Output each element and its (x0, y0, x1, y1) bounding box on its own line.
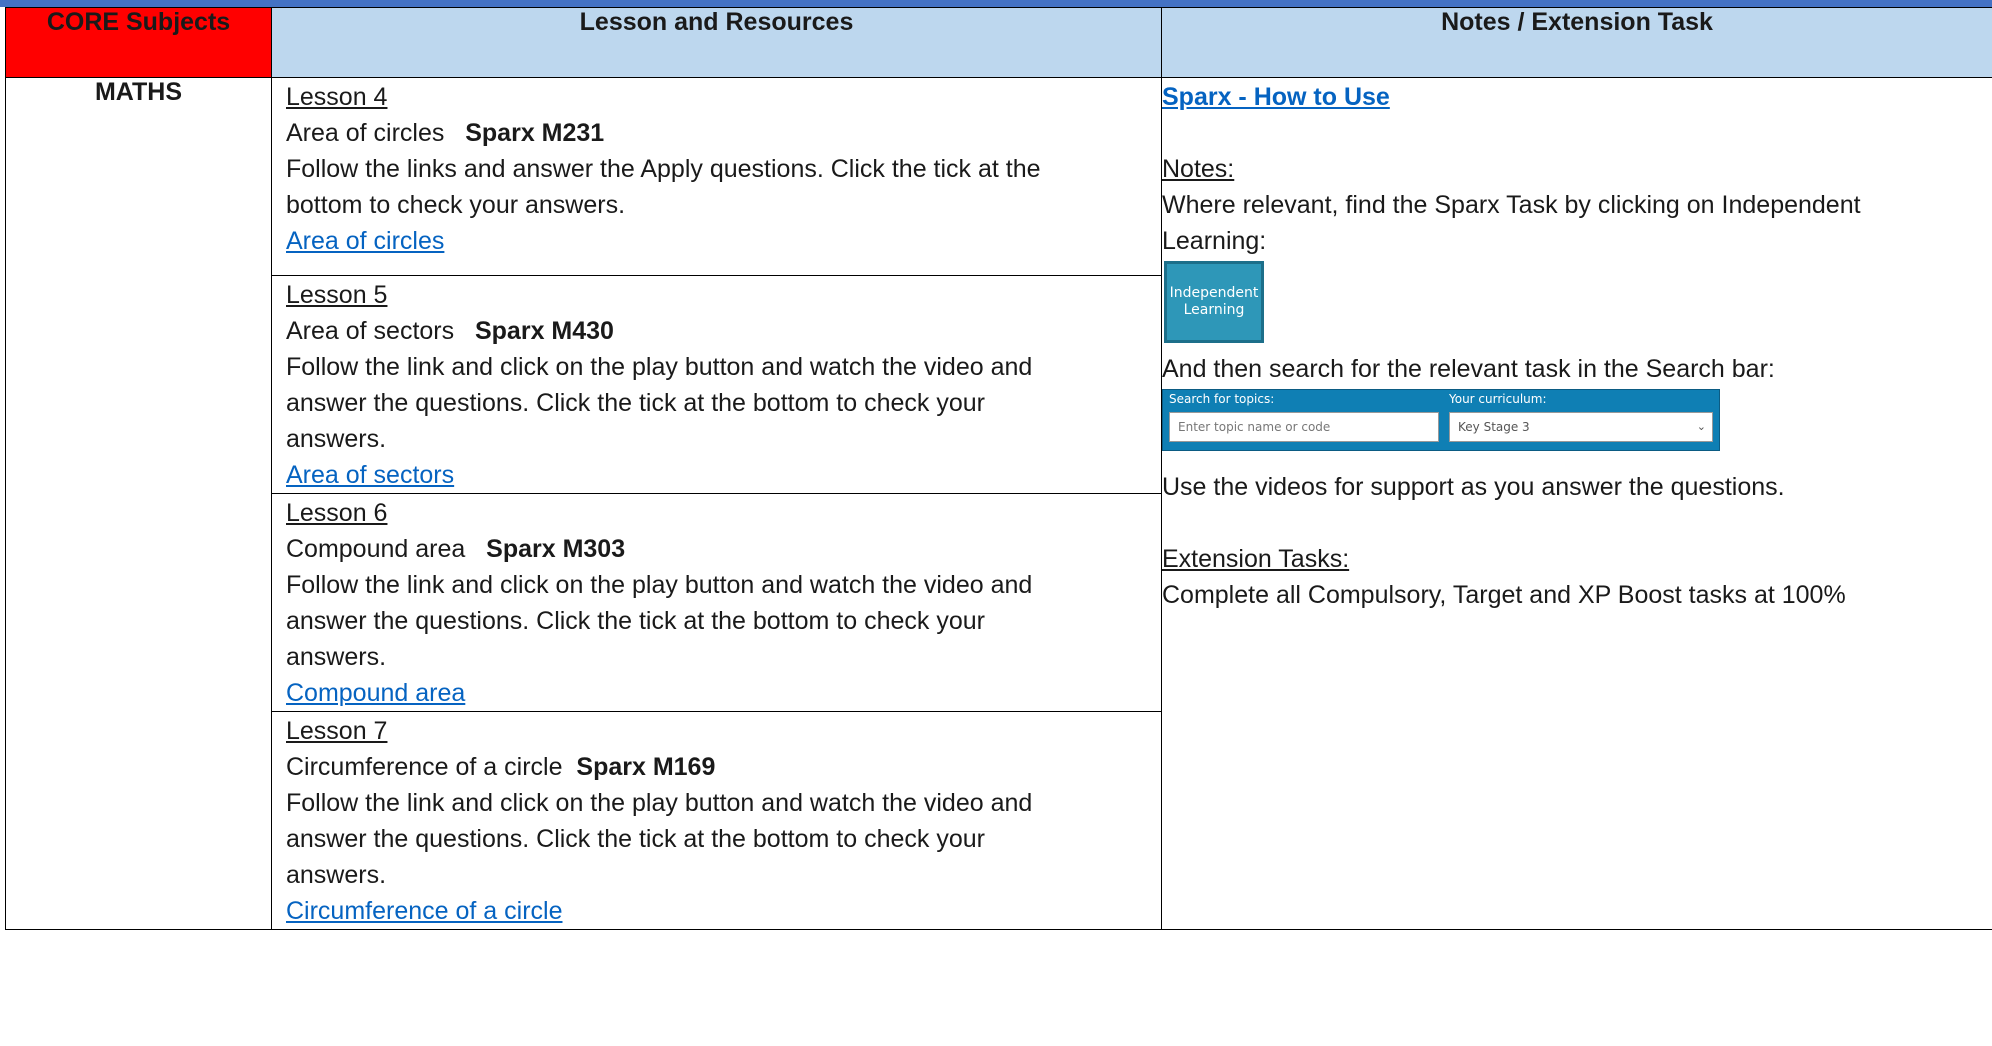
sparx-code: Sparx M303 (486, 535, 626, 563)
lesson-topic-line: Area of circles Sparx M231 (286, 115, 1151, 151)
lesson-topic: Area of sectors (286, 317, 455, 345)
table-row: MATHS Lesson 4 Area of circles Sparx M23… (5, 77, 1992, 930)
independent-learning-button[interactable]: Independent Learning (1164, 261, 1264, 343)
lesson-title: Lesson 6 (286, 499, 388, 527)
lesson-instruction-2: answer the questions. Click the tick at … (286, 607, 985, 635)
sparx-how-to-use-link[interactable]: Sparx - How to Use (1162, 83, 1390, 111)
extension-line: Complete all Compulsory, Target and XP B… (1162, 581, 1846, 609)
search-topics-input[interactable]: Enter topic name or code (1169, 412, 1439, 442)
lesson-instruction-2: answer the questions. Click the tick at … (286, 389, 985, 417)
lesson-topic-line: Compound area Sparx M303 (286, 531, 1151, 567)
lesson-resource-link[interactable]: Area of circles (286, 227, 444, 255)
sparx-code: Sparx M231 (465, 119, 605, 147)
lesson-instruction-1: Follow the links and answer the Apply qu… (286, 155, 1041, 183)
header-lesson-resources: Lesson and Resources (271, 7, 1162, 78)
lesson-instruction-1: Follow the link and click on the play bu… (286, 789, 1033, 817)
sparx-search-bar: Search for topics: Your curriculum: Ente… (1162, 389, 1720, 451)
lesson-instruction-3: answers. (286, 643, 387, 671)
sparx-code: Sparx M430 (474, 317, 614, 345)
lesson-title: Lesson 5 (286, 281, 388, 309)
videos-support-line: Use the videos for support as you answer… (1162, 473, 1785, 501)
lesson-instruction-2: bottom to check your answers. (286, 191, 626, 219)
subject-cell: MATHS (5, 77, 272, 930)
notes-cell: Sparx - How to Use Notes: Where relevant… (1161, 77, 1992, 930)
independent-learning-label-1: Independent (1169, 285, 1259, 301)
lesson-table: CORE Subjects Lesson and Resources Notes… (5, 7, 1992, 930)
lesson-topic: Area of circles (286, 119, 445, 147)
lesson-cell: Lesson 7 Circumference of a circle Sparx… (271, 711, 1162, 930)
sparx-code: Sparx M169 (576, 753, 716, 781)
lesson-instruction-1: Follow the link and click on the play bu… (286, 571, 1033, 599)
lesson-instruction-3: answers. (286, 425, 387, 453)
header-notes-extension: Notes / Extension Task (1161, 7, 1992, 78)
lesson-cell: Lesson 5 Area of sectors Sparx M430 Foll… (271, 275, 1162, 494)
notes-line-1: Where relevant, find the Sparx Task by c… (1162, 191, 1861, 219)
notes-heading: Notes: (1162, 155, 1235, 183)
lesson-resource-link[interactable]: Area of sectors (286, 461, 454, 489)
search-topics-label: Search for topics: (1169, 392, 1275, 406)
lesson-title: Lesson 4 (286, 83, 388, 111)
lesson-instruction-3: answers. (286, 861, 387, 889)
chevron-down-icon: ⌄ (1696, 420, 1706, 433)
lesson-instruction-1: Follow the link and click on the play bu… (286, 353, 1033, 381)
search-instruction: And then search for the relevant task in… (1162, 355, 1775, 383)
curriculum-select[interactable]: Key Stage 3 ⌄ (1449, 412, 1713, 442)
independent-learning-label-2: Learning (1183, 302, 1245, 318)
lesson-resource-link[interactable]: Circumference of a circle (286, 897, 562, 925)
lesson-topic: Circumference of a circle (286, 753, 563, 781)
lesson-cell: Lesson 6 Compound area Sparx M303 Follow… (271, 493, 1162, 712)
header-core-subjects: CORE Subjects (5, 7, 272, 78)
lesson-cell: Lesson 4 Area of circles Sparx M231 Foll… (271, 77, 1162, 276)
lesson-resource-link[interactable]: Compound area (286, 679, 465, 707)
lesson-topic-line: Circumference of a circle Sparx M169 (286, 749, 1151, 785)
curriculum-value: Key Stage 3 (1458, 420, 1530, 434)
lesson-topic-line: Area of sectors Sparx M430 (286, 313, 1151, 349)
notes-line-2: Learning: (1162, 227, 1267, 255)
lesson-topic: Compound area (286, 535, 466, 563)
table-header-row: CORE Subjects Lesson and Resources Notes… (5, 7, 1992, 78)
lesson-title: Lesson 7 (286, 717, 388, 745)
subject-label: MATHS (94, 78, 183, 106)
curriculum-label: Your curriculum: (1449, 392, 1547, 406)
top-accent-bar (0, 0, 1992, 7)
lesson-instruction-2: answer the questions. Click the tick at … (286, 825, 985, 853)
extension-heading: Extension Tasks: (1162, 545, 1350, 573)
